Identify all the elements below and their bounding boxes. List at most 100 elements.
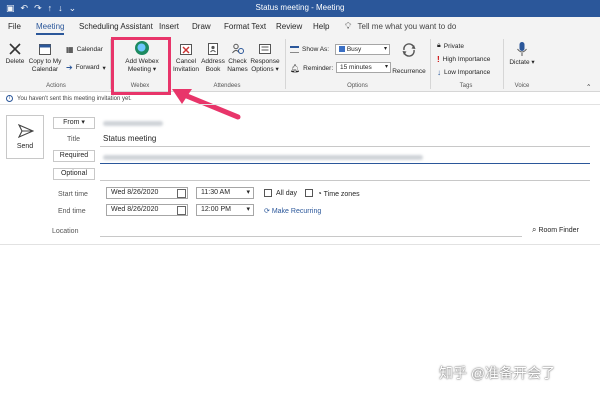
actions-group-label: Actions (46, 83, 66, 89)
required-attendees-redacted[interactable] (103, 155, 423, 160)
chevron-up-icon: ⌃ (586, 84, 592, 91)
microphone-icon (517, 42, 527, 56)
check-names-button[interactable]: Check Names (226, 42, 249, 74)
room-finder-button[interactable]: ⌕ Room Finder (532, 225, 579, 235)
send-button[interactable]: Send (6, 115, 44, 159)
group-separator (503, 39, 504, 89)
chevron-down-icon: ▾ (246, 189, 250, 196)
lock-icon: 🔒︎ (437, 42, 441, 49)
dictate-button[interactable]: Dictate ▾ (508, 41, 536, 67)
show-as-dropdown[interactable]: Busy ▾ (335, 44, 390, 55)
address-book-icon (208, 43, 218, 55)
location-label: Location (52, 228, 79, 235)
subject-underline (100, 146, 590, 147)
tab-insert[interactable]: Insert (159, 22, 179, 31)
chevron-down-icon: ▾ (79, 119, 85, 126)
chevron-down-icon: ▾ (529, 59, 535, 66)
tell-me-search[interactable]: 💡︎ Tell me what you want to do (345, 21, 456, 32)
required-button[interactable]: Required (53, 150, 95, 162)
room-finder-icon: ⌕ (532, 225, 537, 234)
group-separator (430, 39, 431, 89)
start-date-input[interactable]: Wed 8/26/2020 (106, 187, 188, 199)
location-input[interactable] (100, 236, 522, 237)
time-zones-checkbox[interactable] (305, 189, 313, 197)
recurrence-button[interactable]: Recurrence (392, 42, 426, 76)
forward-button[interactable]: ➔ Forward ▾ (66, 63, 106, 72)
chevron-down-icon: ▾ (384, 64, 388, 70)
chevron-down-icon: ▾ (246, 206, 250, 213)
all-day-checkbox[interactable] (264, 189, 272, 197)
low-importance-button[interactable]: ↓ Low Importance (437, 68, 490, 77)
tab-file[interactable]: File (8, 22, 21, 31)
ribbon-tabs: File Meeting Scheduling Assistant Insert… (0, 17, 600, 36)
watermark: 知乎 @准备开会了 (439, 365, 556, 381)
start-time-dropdown[interactable]: 11:30 AM ▾ (196, 187, 254, 199)
from-button[interactable]: From ▾ (53, 117, 95, 129)
private-button[interactable]: 🔒︎ Private (437, 42, 464, 50)
start-time-label: Start time (58, 191, 88, 198)
busy-color-swatch (339, 46, 345, 53)
highlight-box (111, 37, 171, 95)
tab-draw[interactable]: Draw (192, 22, 211, 31)
title-bar: ▣ ↶ ↷ ↑ ↓ ⌄ Status meeting - Meeting (0, 0, 600, 17)
response-options-icon (259, 44, 271, 54)
end-time-label: End time (58, 208, 86, 215)
lightbulb-icon: 💡︎ (345, 21, 352, 31)
response-options-button[interactable]: Response Options ▾ (249, 42, 281, 74)
required-underline (100, 163, 590, 164)
tab-review[interactable]: Review (276, 22, 302, 31)
copy-to-my-calendar-button[interactable]: Copy to My Calendar (26, 42, 64, 74)
calendar-button[interactable]: ▦ Calendar (66, 45, 103, 54)
delete-icon (9, 43, 21, 55)
calendar-icon: ▦ (66, 45, 74, 54)
globe-icon: ◔ (317, 189, 322, 198)
voice-group-label: Voice (514, 83, 530, 89)
from-address-redacted (103, 121, 163, 126)
address-book-button[interactable]: Address Book (201, 42, 225, 74)
info-icon: i (6, 95, 13, 102)
window-title: Status meeting - Meeting (255, 3, 345, 12)
cancel-invitation-button[interactable]: Cancel Invitation (172, 42, 200, 74)
info-bar: i You haven't sent this meeting invitati… (0, 93, 600, 105)
tab-format-text[interactable]: Format Text (224, 22, 266, 31)
tab-meeting[interactable]: Meeting (36, 22, 65, 35)
ribbon: Delete Copy to My Calendar ▦ Calendar ➔ Fo… (0, 36, 600, 92)
optional-button[interactable]: Optional (53, 168, 95, 180)
tab-scheduling-assistant[interactable]: Scheduling Assistant (79, 22, 153, 31)
subject-input[interactable]: Status meeting (103, 134, 156, 143)
recurrence-icon: ⟳ (264, 208, 270, 215)
collapse-ribbon-button[interactable]: ⌃ (586, 83, 591, 91)
show-as-icon (290, 46, 299, 53)
all-day-label: All day (276, 190, 298, 197)
high-importance-button[interactable]: ! High Importance (437, 55, 490, 64)
title-label: Title (67, 136, 80, 143)
info-bar-text: You haven't sent this meeting invitation… (17, 95, 132, 102)
tags-group-label: Tags (459, 83, 473, 89)
cancel-invitation-icon (180, 44, 192, 55)
optional-underline (100, 180, 590, 181)
chevron-down-icon: ▾ (273, 66, 279, 73)
reminder-label: 🔔︎ Reminder: (290, 64, 334, 73)
show-as-label: Show As: (290, 46, 329, 53)
bell-icon: 🔔︎ (290, 64, 301, 73)
reminder-dropdown[interactable]: 15 minutes ▾ (336, 62, 391, 73)
chevron-down-icon: ▾ (102, 64, 106, 72)
calendar-icon[interactable] (177, 206, 186, 215)
options-group-label: Options (347, 83, 368, 89)
group-separator (285, 39, 286, 89)
calendar-copy-icon (39, 44, 51, 55)
time-zones-label: ◔ Time zones (317, 189, 360, 198)
make-recurring-link[interactable]: ⟳ Make Recurring (264, 207, 321, 215)
exclamation-icon: ! (437, 55, 440, 64)
tab-help[interactable]: Help (313, 22, 329, 31)
recurrence-icon (402, 43, 416, 57)
forward-icon: ➔ (66, 63, 73, 72)
check-names-icon (231, 43, 244, 54)
delete-button[interactable]: Delete (4, 42, 26, 66)
end-time-dropdown[interactable]: 12:00 PM ▾ (196, 204, 254, 216)
send-icon (18, 124, 34, 138)
end-date-input[interactable]: Wed 8/26/2020 (106, 204, 188, 216)
chevron-down-icon: ▾ (383, 46, 387, 52)
arrow-down-icon: ↓ (437, 68, 441, 77)
calendar-icon[interactable] (177, 189, 186, 198)
